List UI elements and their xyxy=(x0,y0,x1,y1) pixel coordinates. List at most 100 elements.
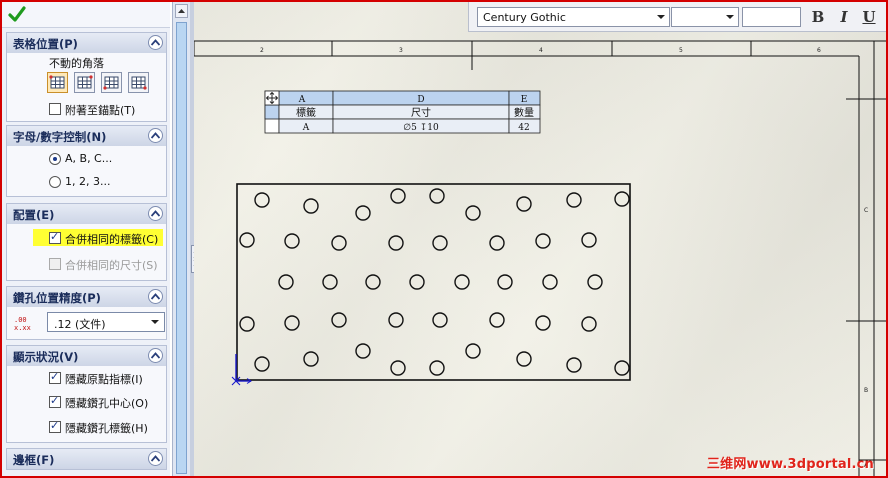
precision-icon: .00 x.xx xyxy=(14,316,31,331)
font-family-select[interactable]: Century Gothic xyxy=(477,7,670,27)
attach-anchor-checkbox[interactable] xyxy=(49,103,61,115)
hole[interactable] xyxy=(566,192,582,208)
hole[interactable] xyxy=(581,316,597,332)
corner-top-right-button[interactable] xyxy=(74,72,95,93)
collapse-icon[interactable] xyxy=(148,206,163,221)
plate-view[interactable] xyxy=(231,183,631,386)
hide-tags-checkbox[interactable] xyxy=(49,419,61,433)
layout-header[interactable]: 配置(E) xyxy=(7,204,166,224)
collapse-icon[interactable] xyxy=(148,348,163,363)
hole[interactable] xyxy=(516,351,532,367)
corner-bottom-right-button[interactable] xyxy=(128,72,149,93)
italic-button[interactable]: I xyxy=(833,7,855,27)
hole[interactable] xyxy=(239,232,255,248)
alpha-numeric-header[interactable]: 字母/數字控制(N) xyxy=(7,126,166,146)
numeric-radio[interactable] xyxy=(49,176,61,188)
collapse-icon[interactable] xyxy=(148,35,163,50)
table-position-header[interactable]: 表格位置(P) xyxy=(7,33,166,53)
table-position-title: 表格位置(P) xyxy=(13,37,78,51)
hole[interactable] xyxy=(489,235,505,251)
drawing-canvas[interactable]: 2 3 4 5 6 C B A A D E 標籤 尺寸 數量 A ∅5 ↧10 … xyxy=(194,2,886,476)
hole-table[interactable]: A D E 標籤 尺寸 數量 A ∅5 ↧10 42 xyxy=(264,90,541,134)
hole[interactable] xyxy=(581,232,597,248)
hole[interactable] xyxy=(303,351,319,367)
font-height-input[interactable] xyxy=(742,7,801,27)
hide-origin-checkbox[interactable] xyxy=(49,370,61,384)
hole[interactable] xyxy=(355,343,371,359)
hole[interactable] xyxy=(331,235,347,251)
table-col-letter: E xyxy=(521,95,528,105)
hole[interactable] xyxy=(587,274,603,290)
zone-label: 4 xyxy=(539,47,543,54)
hole[interactable] xyxy=(365,274,381,290)
visibility-header[interactable]: 顯示狀況(V) xyxy=(7,346,166,366)
hole-precision-header[interactable]: 鑽孔位置精度(P) xyxy=(7,287,166,307)
hole[interactable] xyxy=(303,198,319,214)
hole[interactable] xyxy=(331,312,347,328)
scroll-up-button[interactable] xyxy=(175,4,188,18)
hole[interactable] xyxy=(355,205,371,221)
hole[interactable] xyxy=(535,315,551,331)
table-header-size: 尺寸 xyxy=(411,106,431,119)
font-size-select[interactable] xyxy=(671,7,739,27)
hole[interactable] xyxy=(489,312,505,328)
hole[interactable] xyxy=(239,316,255,332)
hole[interactable] xyxy=(465,343,481,359)
bold-button[interactable]: B xyxy=(807,7,829,27)
hide-center-checkbox[interactable] xyxy=(49,394,61,408)
hole[interactable] xyxy=(432,312,448,328)
table-cell-tag: A xyxy=(302,123,310,133)
collapse-icon[interactable] xyxy=(148,128,163,143)
hole[interactable] xyxy=(322,274,338,290)
hole[interactable] xyxy=(497,274,513,290)
collapse-icon[interactable] xyxy=(148,289,163,304)
hole[interactable] xyxy=(516,196,532,212)
hole[interactable] xyxy=(388,235,404,251)
zone-label: 5 xyxy=(679,47,683,54)
precision-select[interactable]: .12 (文件) xyxy=(47,312,165,332)
scroll-thumb[interactable] xyxy=(176,22,187,474)
green-checkmark-icon[interactable] xyxy=(8,5,26,23)
hole[interactable] xyxy=(566,357,582,373)
hole[interactable] xyxy=(284,315,300,331)
move-handle-icon[interactable] xyxy=(264,90,280,106)
attach-anchor-label: 附著至錨點(T) xyxy=(65,104,136,117)
hole-pattern xyxy=(239,188,630,376)
hole[interactable] xyxy=(254,356,270,372)
alpha-radio[interactable] xyxy=(49,153,61,165)
table-position-group: 表格位置(P) 不動的角落 附著至錨點(T) xyxy=(6,32,167,122)
hole[interactable] xyxy=(254,192,270,208)
corner-top-left-button[interactable] xyxy=(47,72,68,93)
margins-header[interactable]: 邊框(F) xyxy=(7,449,166,469)
hole[interactable] xyxy=(614,360,630,376)
hole[interactable] xyxy=(429,188,445,204)
hole[interactable] xyxy=(409,274,425,290)
hole[interactable] xyxy=(432,235,448,251)
hole[interactable] xyxy=(284,233,300,249)
drawing-sheet[interactable]: 2 3 4 5 6 C B A A D E 標籤 尺寸 數量 A ∅5 ↧10 … xyxy=(194,2,886,476)
origin-icon xyxy=(231,354,252,386)
hole[interactable] xyxy=(390,360,406,376)
panel-scrollbar[interactable] xyxy=(172,2,190,476)
alpha-numeric-group: 字母/數字控制(N) A, B, C... 1, 2, 3... xyxy=(6,125,167,197)
hole[interactable] xyxy=(542,274,558,290)
collapse-icon[interactable] xyxy=(148,451,163,466)
hole[interactable] xyxy=(429,360,445,376)
hole[interactable] xyxy=(388,312,404,328)
alpha-numeric-title: 字母/數字控制(N) xyxy=(13,130,107,144)
corner-bottom-left-button[interactable] xyxy=(101,72,122,93)
hole[interactable] xyxy=(535,233,551,249)
hide-tags-label: 隱藏鑽孔標籤(H) xyxy=(65,422,148,435)
table-col-letter: A xyxy=(298,95,306,105)
hole[interactable] xyxy=(390,188,406,204)
underline-button[interactable]: U xyxy=(858,7,880,27)
combine-size-checkbox[interactable] xyxy=(49,258,61,270)
hole[interactable] xyxy=(465,205,481,221)
combine-tags-checkbox[interactable] xyxy=(49,230,61,244)
hole[interactable] xyxy=(278,274,294,290)
hole-precision-title: 鑽孔位置精度(P) xyxy=(13,291,101,305)
combine-size-label: 合併相同的尺寸(S) xyxy=(65,259,158,272)
right-zone-labels: C B A xyxy=(864,207,869,469)
hole[interactable] xyxy=(454,274,470,290)
hole[interactable] xyxy=(614,191,630,207)
